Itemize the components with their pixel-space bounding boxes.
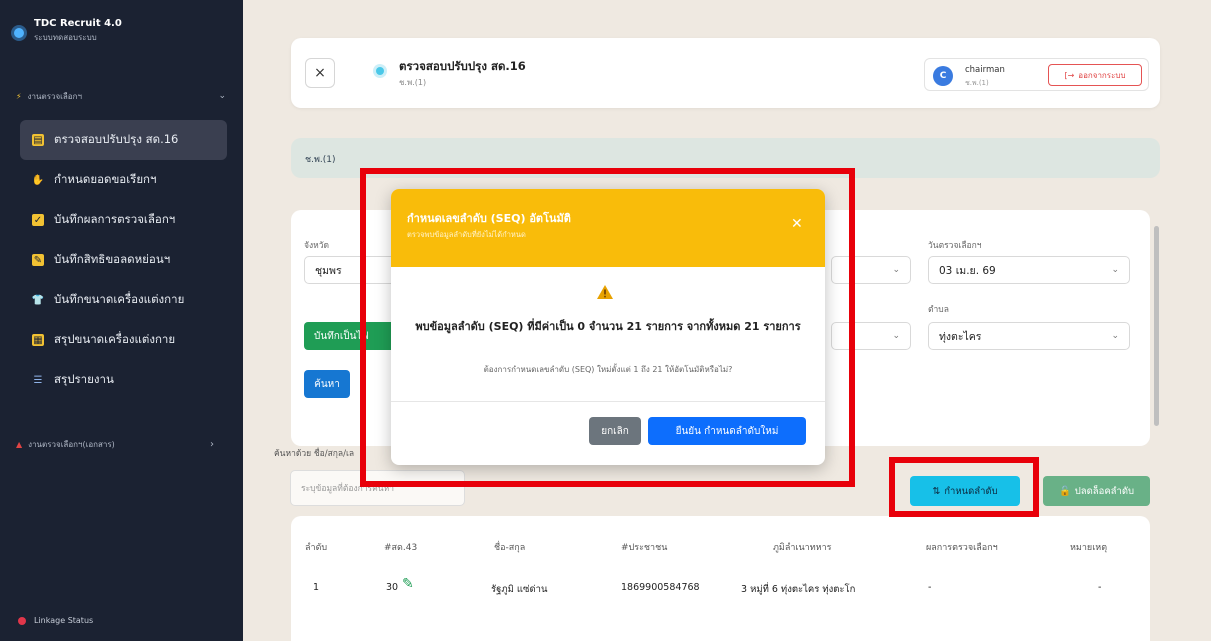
table-header: #ประชาชน	[621, 543, 668, 553]
page-title: ตรวจสอบปรับปรุง สด.16	[399, 59, 526, 73]
user-name: chairman	[965, 65, 1005, 75]
sidebar-item-record-uniform[interactable]: 👕 บันทึกขนาดเครื่องแต่งกาย	[20, 280, 227, 320]
unit-info-text: ช.พ.(1)	[305, 155, 336, 165]
table-cell: -	[928, 582, 932, 593]
table-header: ผลการตรวจเลือกฯ	[926, 543, 998, 553]
sidebar-item-record-results[interactable]: ✓ บันทึกผลการตรวจเลือกฯ	[20, 200, 227, 240]
avatar: C	[933, 66, 953, 86]
province-label: จังหวัด	[304, 241, 330, 251]
subdistrict-value: ทุ่งตะไคร	[939, 330, 982, 343]
unlock-icon: 🔓	[1058, 485, 1071, 497]
table-cell: -	[1098, 582, 1102, 593]
date-select[interactable]: 03 เม.ย. 69 ⌄	[928, 256, 1130, 284]
checkbox-icon: ✓	[32, 214, 44, 226]
lightning-icon: ⚡	[16, 91, 22, 101]
app-subtitle: ระบบทดสอบระบบ	[34, 33, 97, 42]
scrollbar[interactable]	[1154, 226, 1159, 426]
shirt-icon: 👕	[31, 294, 45, 306]
chevron-down-icon: ⌄	[892, 331, 900, 341]
search-label: ค้นหาด้วย ชื่อ/สกุล/เล	[274, 449, 355, 459]
unlock-sequence-label: ปลดล็อคลำดับ	[1074, 485, 1135, 497]
table-cell: 3 หมู่ที่ 6 ทุ่งตะไคร ทุ่งตะโก	[741, 584, 856, 595]
sidebar: TDC Recruit 4.0 ระบบทดสอบระบบ ⚡ งานตรวจเ…	[0, 0, 243, 641]
sidebar-item-label: บันทึกสิทธิขอลดหย่อนฯ	[54, 252, 171, 266]
table-header: ลำดับ	[305, 543, 328, 553]
file-icon: ▦	[32, 334, 44, 346]
user-box: C chairman ช.พ.(1) [→ ออกจากระบบ	[924, 58, 1149, 91]
sidebar-item-label: สรุปขนาดเครื่องแต่งกาย	[54, 332, 176, 346]
list-icon: ☰	[33, 374, 43, 386]
warning-icon: ▲	[16, 439, 23, 449]
chevron-down-icon: ⌄	[218, 91, 226, 101]
edit-icon[interactable]: ✎	[402, 576, 420, 594]
page-dot-icon	[376, 67, 384, 75]
unlock-sequence-button[interactable]: 🔓 ปลดล็อคลำดับ	[1043, 476, 1150, 506]
date-label: วันตรวจเลือกฯ	[928, 241, 982, 251]
sidebar-item-deduction-rights[interactable]: ✎ บันทึกสิทธิขอลดหย่อนฯ	[20, 240, 227, 280]
chevron-down-icon: ⌄	[1111, 265, 1119, 275]
province-value: ชุมพร	[315, 264, 342, 277]
chevron-down-icon: ⌄	[892, 265, 900, 275]
results-table: ลำดับ #สด.43 ชื่อ-สกุล #ประชาชน ภูมิลำเน…	[291, 516, 1150, 641]
brand: TDC Recruit 4.0 ระบบทดสอบระบบ	[14, 18, 122, 44]
table-cell: 1869900584768	[621, 582, 700, 593]
linkage-status: Linkage Status	[18, 616, 93, 625]
search-button[interactable]: ค้นหา	[304, 370, 350, 398]
table-header: ชื่อ-สกุล	[494, 543, 526, 553]
highlight-set-sequence	[889, 457, 1039, 517]
page-subtitle: ช.พ.(1)	[399, 78, 427, 87]
file-edit-icon: ✎	[32, 254, 44, 266]
subdistrict-label: ตำบล	[928, 305, 949, 315]
sidebar-item-reports[interactable]: ☰ สรุปรายงาน	[20, 360, 227, 400]
sidebar-item-label: สรุปรายงาน	[54, 372, 114, 386]
table-header: ภูมิลำเนาทหาร	[773, 543, 832, 553]
date-value: 03 เม.ย. 69	[939, 264, 996, 277]
close-button[interactable]: ×	[305, 58, 335, 88]
user-role: ช.พ.(1)	[965, 79, 989, 87]
sidebar-item-set-quota[interactable]: ✋ กำหนดยอดขอเรียกฯ	[20, 160, 227, 200]
brand-dot-icon	[14, 28, 24, 38]
logout-button[interactable]: [→ ออกจากระบบ	[1048, 64, 1142, 86]
sidebar-item-label: ตรวจสอบปรับปรุง สด.16	[54, 132, 179, 146]
table-header: หมายเหตุ	[1070, 543, 1108, 553]
app-title: TDC Recruit 4.0	[34, 18, 122, 29]
sidebar-item-label: บันทึกขนาดเครื่องแต่งกาย	[54, 292, 185, 306]
logout-label: ออกจากระบบ	[1078, 70, 1126, 80]
status-dot-icon	[18, 616, 26, 625]
table-cell: รัฐภูมิ แซ่ด่าน	[491, 584, 548, 595]
highlight-dialog	[360, 168, 855, 487]
sidebar-menu: ▤ ตรวจสอบปรับปรุง สด.16 ✋ กำหนดยอดขอเรีย…	[20, 120, 227, 400]
table-cell: 30	[386, 582, 399, 593]
sidebar-group-label: งานตรวจเลือกฯ	[27, 91, 82, 101]
sidebar-item-label: บันทึกผลการตรวจเลือกฯ	[54, 212, 176, 226]
subdistrict-select[interactable]: ทุ่งตะไคร ⌄	[928, 322, 1130, 350]
logout-icon: [→	[1064, 70, 1075, 80]
sidebar-item-label: กำหนดยอดขอเรียกฯ	[54, 172, 157, 186]
linkage-label: Linkage Status	[34, 616, 94, 625]
chevron-down-icon: ⌄	[1111, 331, 1119, 341]
table-header: #สด.43	[384, 543, 418, 553]
sidebar-group-header[interactable]: ⚡ งานตรวจเลือกฯ ⌄	[16, 86, 226, 106]
sidebar-item-summary-uniform[interactable]: ▦ สรุปขนาดเครื่องแต่งกาย	[20, 320, 227, 360]
sidebar-item-check-sd16[interactable]: ▤ ตรวจสอบปรับปรุง สด.16	[20, 120, 227, 160]
clipboard-icon: ▤	[32, 134, 44, 146]
hand-icon: ✋	[31, 174, 45, 186]
sidebar-group2-label: งานตรวจเลือกฯ(เอกสาร)	[28, 439, 115, 449]
page-header: × ตรวจสอบปรับปรุง สด.16 ช.พ.(1) C chairm…	[291, 38, 1160, 108]
sidebar-group2-header[interactable]: ▲ งานตรวจเลือกฯ(เอกสาร) ›	[16, 434, 226, 454]
chevron-right-icon: ›	[210, 438, 214, 450]
table-cell: 1	[313, 582, 320, 593]
